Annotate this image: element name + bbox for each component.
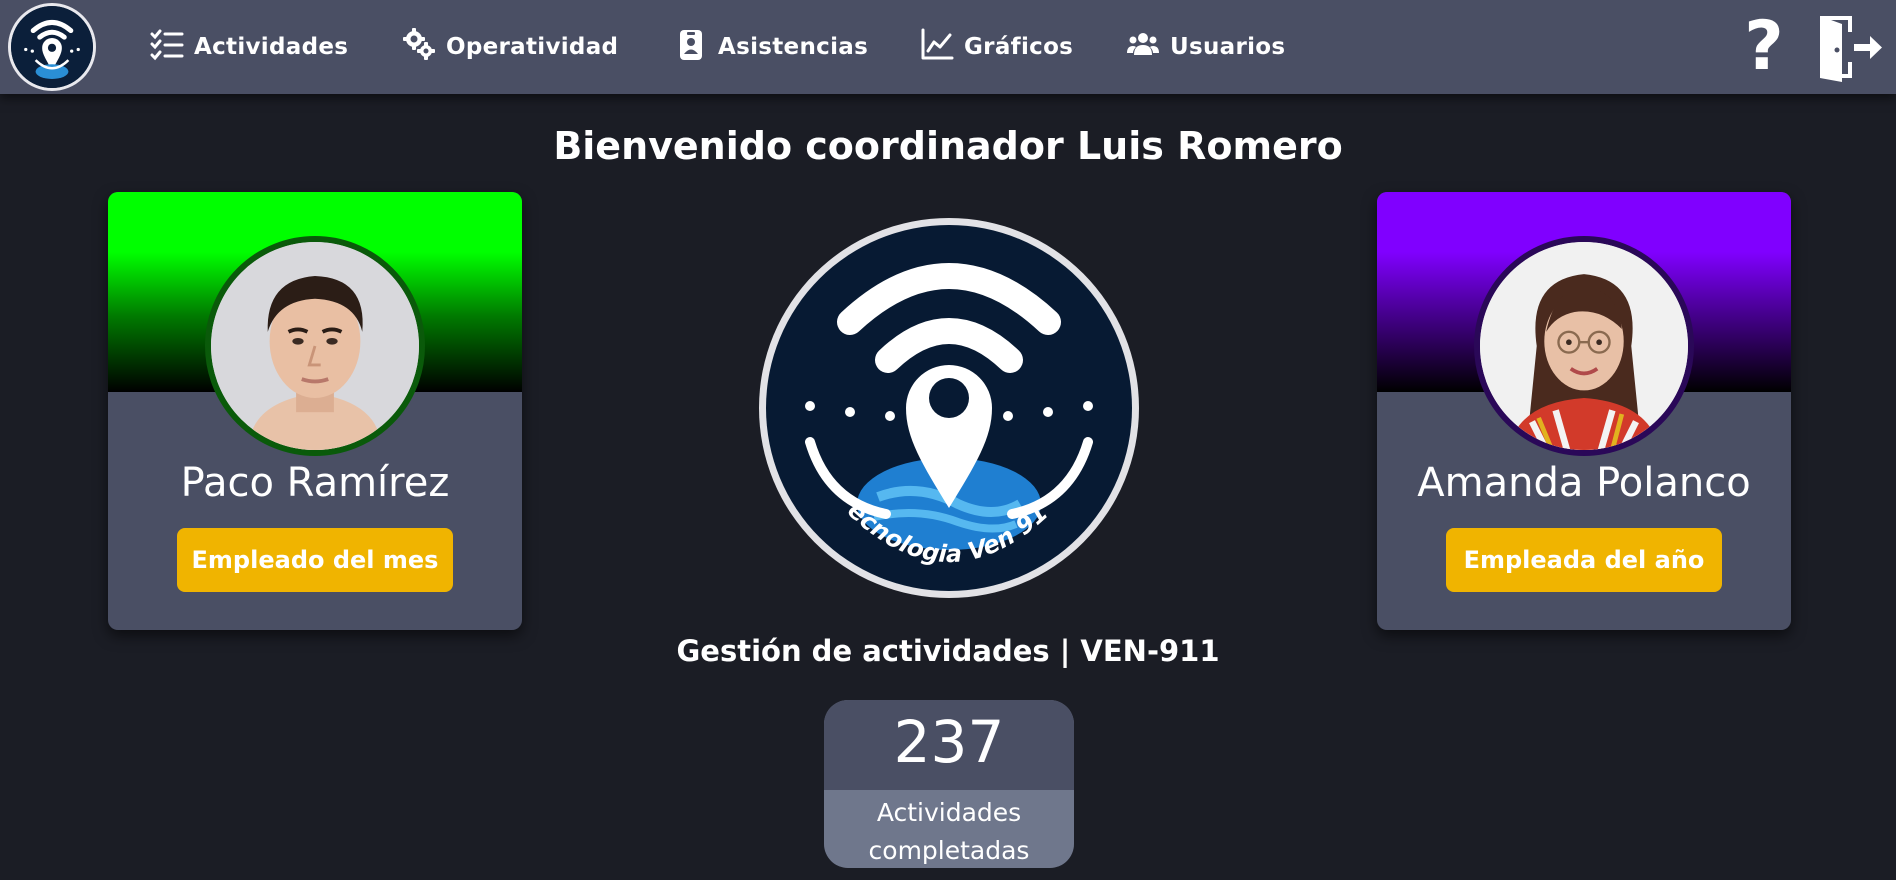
door-exit-icon (1816, 16, 1884, 86)
completed-activities-stat: 237 Actividades completadas (824, 700, 1074, 868)
nav-usuarios-label: Usuarios (1170, 34, 1286, 60)
employee-name: Paco Ramírez (180, 460, 450, 506)
nav-asistencias[interactable]: Asistencias (674, 28, 868, 66)
nav-graficos[interactable]: Gráficos (920, 28, 1073, 66)
nav-graficos-label: Gráficos (964, 34, 1074, 60)
logout-button[interactable] (1816, 12, 1884, 82)
line-chart-icon (920, 27, 954, 67)
employee-of-year-card: Amanda Polanco Empleada del año (1377, 192, 1791, 630)
company-logo: Tecnologia Ven 911 (750, 190, 1140, 604)
employee-of-month-button[interactable]: Empleado del mes (177, 528, 453, 592)
gears-icon (402, 27, 436, 67)
page-subtitle: Gestión de actividades | VEN-911 (676, 634, 1220, 668)
nav-asistencias-label: Asistencias (718, 34, 869, 60)
id-badge-icon (674, 27, 708, 67)
nav-operatividad-label: Operatividad (446, 34, 619, 60)
page-title: Bienvenido coordinador Luis Romero (553, 124, 1343, 168)
nav-actividades[interactable]: Actividades (150, 28, 348, 66)
app-logo-icon[interactable] (8, 3, 96, 91)
employee-name: Amanda Polanco (1417, 460, 1751, 506)
employee-of-month-card: Paco Ramírez Empleado del mes (108, 192, 522, 630)
users-icon (1126, 27, 1160, 67)
top-navbar: Actividades Operatividad Asistencias Grá… (0, 0, 1896, 94)
employee-of-year-button[interactable]: Empleada del año (1446, 528, 1722, 592)
nav-usuarios[interactable]: Usuarios (1126, 28, 1285, 66)
nav-actividades-label: Actividades (194, 34, 349, 60)
stat-label: Actividades completadas (868, 798, 1030, 865)
avatar (1474, 236, 1694, 456)
avatar (205, 236, 425, 456)
nav-operatividad[interactable]: Operatividad (402, 28, 618, 66)
list-check-icon (150, 27, 184, 67)
help-button[interactable]: ? (1740, 10, 1788, 84)
stat-value: 237 (893, 708, 1005, 776)
